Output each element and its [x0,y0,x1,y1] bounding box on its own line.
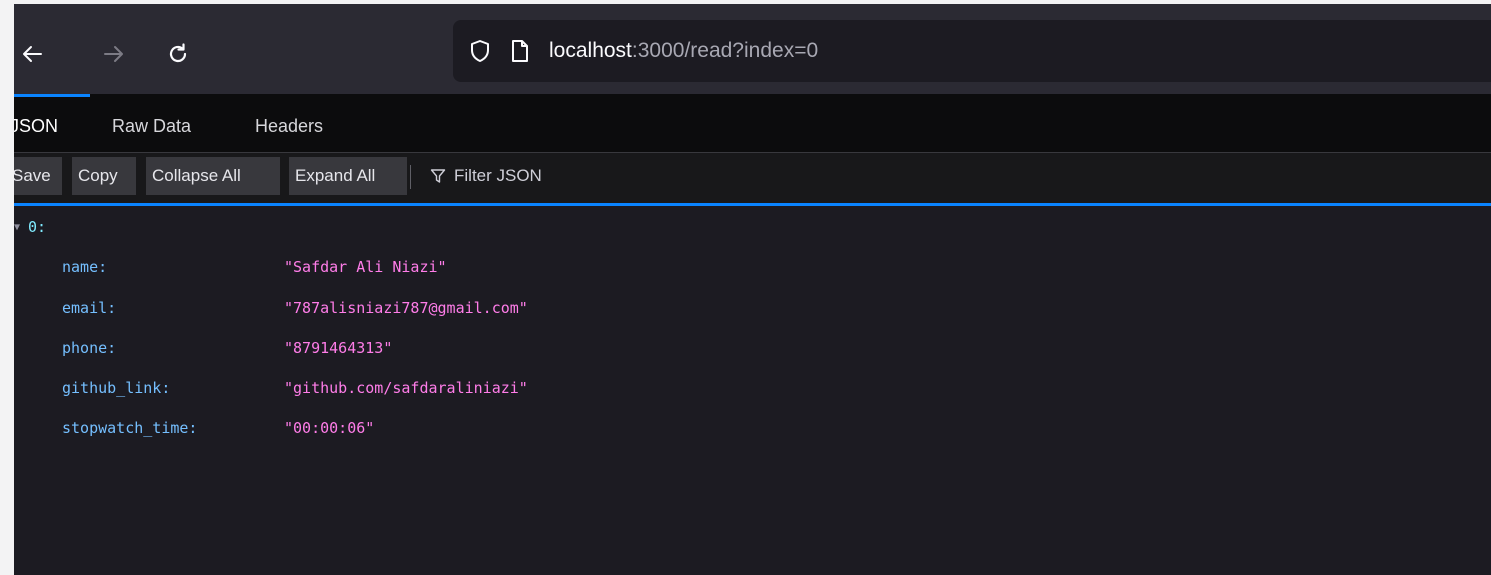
reload-icon [169,43,187,63]
json-root-row[interactable]: ▼ 0: [14,218,46,236]
page-icon[interactable] [507,38,533,64]
arrow-right-icon [104,46,123,62]
json-tree: ▼ 0: name: "Safdar Ali Niazi" email: "78… [14,206,1491,575]
copy-button[interactable]: Copy [72,157,136,195]
toolbar-divider [410,165,411,189]
tab-raw-data[interactable]: Raw Data [112,94,191,152]
url-text[interactable]: localhost:3000/read?index=0 [549,39,818,63]
url-path: :3000/read?index=0 [631,39,819,62]
json-key: github_link: [62,379,171,397]
url-host: localhost [549,39,632,62]
shield-icon[interactable] [467,38,493,64]
json-root-key: 0: [28,218,47,236]
collapse-all-button[interactable]: Collapse All [146,157,280,195]
filter-placeholder: Filter JSON [454,166,542,185]
filter-icon [430,169,446,183]
json-value: "8791464313" [284,339,393,357]
arrow-left-icon [23,46,42,62]
expand-triangle-icon[interactable]: ▼ [14,222,28,233]
back-button[interactable] [14,34,52,74]
tab-json[interactable]: JSON [14,94,58,152]
reload-button[interactable] [158,34,198,74]
filter-json-input[interactable]: Filter JSON [430,157,542,195]
json-value: "787alisniazi787@gmail.com" [284,299,528,317]
tab-headers[interactable]: Headers [255,94,323,152]
json-value: "00:00:06" [284,419,375,437]
browser-window: localhost:3000/read?index=0 JSON Raw Dat… [14,4,1491,575]
expand-all-button[interactable]: Expand All [289,157,407,195]
json-key: name: [62,258,108,276]
json-toolbar: Save Copy Collapse All Expand All Filter… [14,153,1491,206]
forward-button[interactable] [94,34,134,74]
json-value: "Safdar Ali Niazi" [284,258,447,276]
json-key: phone: [62,339,117,357]
json-viewer-tabs: JSON Raw Data Headers [14,94,1491,153]
navigation-toolbar: localhost:3000/read?index=0 [14,4,1491,94]
url-bar[interactable]: localhost:3000/read?index=0 [453,20,1491,82]
json-value: "github.com/safdaraliniazi" [284,379,528,397]
json-key: stopwatch_time: [62,419,198,437]
json-key: email: [62,299,117,317]
save-button[interactable]: Save [14,157,62,195]
